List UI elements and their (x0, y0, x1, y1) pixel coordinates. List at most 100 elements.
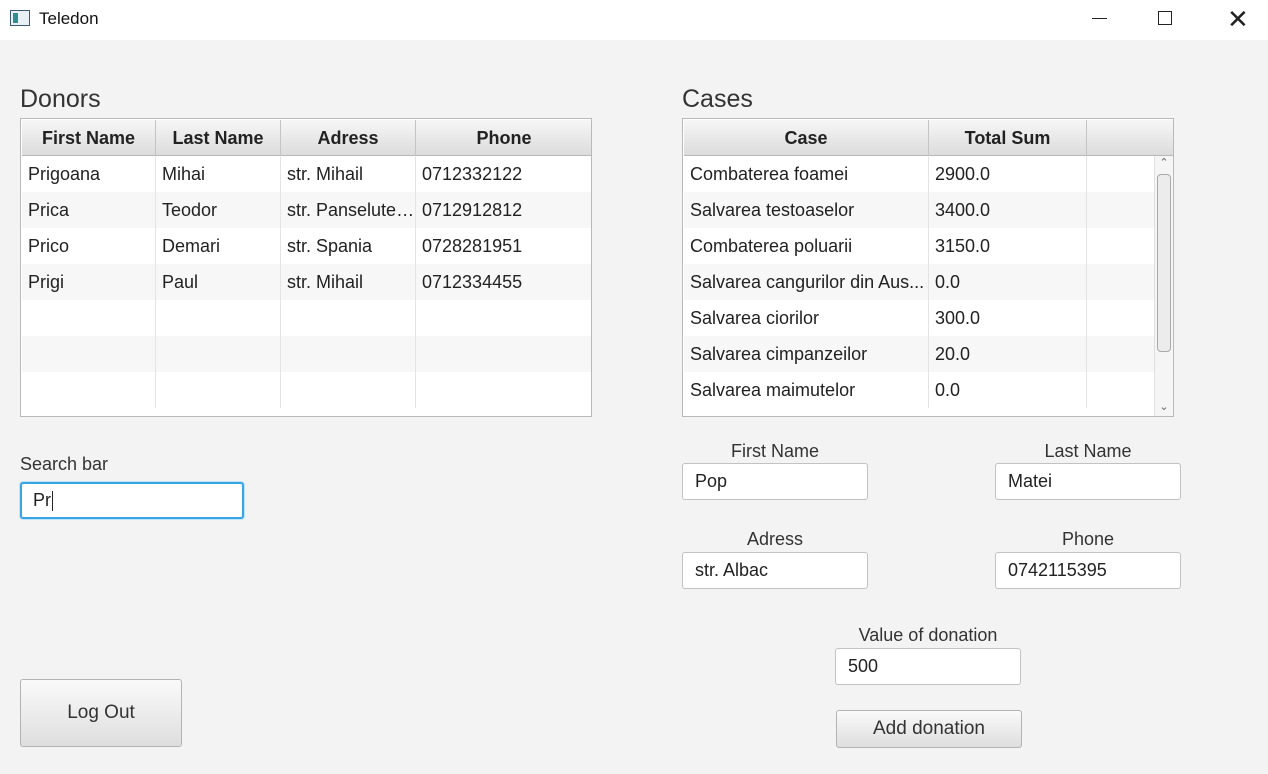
table-cell: 0712334455 (422, 272, 523, 292)
column-header-extra[interactable] (1087, 120, 1173, 156)
last-name-label: Last Name (1044, 441, 1132, 461)
table-cell: 0712912812 (422, 200, 523, 220)
empty-cell (156, 300, 281, 336)
donors-title: Donors (20, 85, 101, 113)
table-cell: Demari (156, 228, 281, 264)
empty-cell (416, 336, 591, 372)
table-cell (1087, 300, 1155, 336)
empty-table-row (22, 336, 591, 372)
table-cell (1087, 372, 1155, 408)
empty-cell (22, 372, 156, 408)
column-header-adress[interactable]: Adress (281, 120, 416, 156)
search-input-value: Pr (33, 490, 51, 510)
table-cell: Combaterea foamei (684, 156, 929, 192)
table-row[interactable]: Prigi Paul str. Mihail 0712334455 (22, 264, 591, 300)
table-row[interactable]: Combaterea poluarii 3150.0 (684, 228, 1155, 264)
table-row[interactable]: Prico Demari str. Spania 0728281951 (22, 228, 591, 264)
table-cell: Prigi (22, 264, 156, 300)
first-name-field[interactable]: Pop (682, 463, 868, 500)
table-row[interactable]: Salvarea testoaselor 3400.0 (684, 192, 1155, 228)
cases-title: Cases (682, 85, 753, 113)
text-caret (52, 491, 53, 512)
table-cell: Mihai (156, 156, 281, 192)
table-cell: Combaterea poluarii (684, 228, 929, 264)
table-row[interactable]: Salvarea maimutelor 0.0 (684, 372, 1155, 408)
maximize-icon (1158, 11, 1172, 25)
column-header-last-name[interactable]: Last Name (156, 120, 281, 156)
table-row[interactable]: Salvarea ciorilor 300.0 (684, 300, 1155, 336)
table-cell: Salvarea testoaselor (684, 192, 929, 228)
table-cell: Prico (22, 228, 156, 264)
cases-scrollbar[interactable]: ⌃ ⌄ (1154, 156, 1173, 416)
donors-table-header: First Name Last Name Adress Phone (22, 120, 591, 156)
table-cell: 20.0 (929, 336, 1087, 372)
search-input[interactable]: Pr (20, 482, 244, 519)
empty-table-row (22, 300, 591, 336)
donation-value-label: Value of donation (858, 625, 998, 645)
table-cell: 3400.0 (929, 192, 1087, 228)
table-cell: str. Mihail (281, 156, 416, 192)
last-name-field[interactable]: Matei (995, 463, 1181, 500)
phone-field[interactable]: 0742115395 (995, 552, 1181, 589)
cases-table[interactable]: Case Total Sum Combaterea foamei 2900.0 … (682, 118, 1174, 417)
scroll-up-arrow-icon[interactable]: ⌃ (1155, 156, 1173, 170)
scroll-down-arrow-icon[interactable]: ⌄ (1155, 400, 1173, 414)
close-button[interactable]: ✕ (1212, 0, 1258, 40)
address-label: Adress (746, 529, 804, 549)
minimize-button[interactable] (1076, 0, 1122, 40)
cases-table-body: Combaterea foamei 2900.0 Salvarea testoa… (684, 156, 1155, 408)
table-row[interactable]: Prigoana Mihai str. Mihail 0712332122 (22, 156, 591, 192)
app-window-icon (10, 10, 30, 26)
table-cell: Salvarea ciorilor (684, 300, 929, 336)
search-label: Search bar (20, 454, 109, 474)
table-cell: Teodor (156, 192, 281, 228)
table-cell: 0.0 (929, 372, 1087, 408)
table-cell (1087, 228, 1155, 264)
empty-cell (22, 336, 156, 372)
close-icon: ✕ (1227, 4, 1249, 34)
empty-cell (416, 372, 591, 408)
maximize-button[interactable] (1142, 0, 1188, 40)
column-header-total-sum[interactable]: Total Sum (929, 120, 1087, 156)
table-row[interactable]: Prica Teodor str. Panselutel... 07129128… (22, 192, 591, 228)
column-header-first-name[interactable]: First Name (22, 120, 156, 156)
cases-table-header: Case Total Sum (684, 120, 1173, 156)
empty-cell (281, 336, 416, 372)
table-row[interactable]: Salvarea cangurilor din Aus... 0.0 (684, 264, 1155, 300)
empty-cell (22, 300, 156, 336)
table-row[interactable]: Combaterea foamei 2900.0 (684, 156, 1155, 192)
first-name-label: First Name (730, 441, 819, 461)
table-cell (1087, 264, 1155, 300)
table-cell: 0728281951 (422, 236, 523, 256)
empty-cell (416, 300, 591, 336)
table-row[interactable]: Salvarea cimpanzeilor 20.0 (684, 336, 1155, 372)
table-cell (1087, 336, 1155, 372)
donors-table-body: Prigoana Mihai str. Mihail 0712332122 Pr… (22, 156, 591, 408)
table-cell: Paul (156, 264, 281, 300)
column-header-case[interactable]: Case (684, 120, 929, 156)
table-cell: 0.0 (929, 264, 1087, 300)
table-cell: 2900.0 (929, 156, 1087, 192)
logout-button[interactable]: Log Out (20, 679, 182, 747)
table-cell: Salvarea cimpanzeilor (684, 336, 929, 372)
window-title: Teledon (39, 9, 99, 28)
table-cell (1087, 156, 1155, 192)
table-cell: 0712332122 (422, 164, 523, 184)
empty-cell (281, 300, 416, 336)
table-cell: Salvarea cangurilor din Aus... (684, 264, 929, 300)
column-header-phone[interactable]: Phone (416, 120, 591, 156)
table-cell (1087, 192, 1155, 228)
address-field[interactable]: str. Albac (682, 552, 868, 589)
table-cell: str. Spania (281, 228, 416, 264)
table-cell: 300.0 (929, 300, 1087, 336)
minimize-icon (1092, 18, 1107, 19)
donation-value-field[interactable]: 500 (835, 648, 1021, 685)
scrollbar-thumb[interactable] (1157, 174, 1171, 352)
table-cell: 3150.0 (929, 228, 1087, 264)
table-cell: Salvarea maimutelor (684, 372, 929, 408)
add-donation-button[interactable]: Add donation (836, 710, 1022, 748)
phone-label: Phone (1061, 529, 1115, 549)
empty-cell (156, 372, 281, 408)
table-cell: Prica (22, 192, 156, 228)
donors-table[interactable]: First Name Last Name Adress Phone Prigoa… (20, 118, 592, 417)
